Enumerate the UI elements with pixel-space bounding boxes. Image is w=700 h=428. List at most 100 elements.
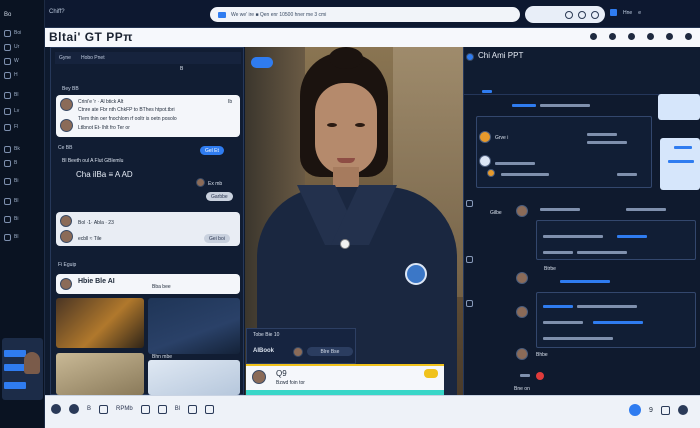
avatar[interactable] <box>677 405 688 415</box>
avatar <box>516 205 528 217</box>
video-bar <box>4 350 26 357</box>
rail-item[interactable]: B <box>4 158 38 168</box>
more-icon[interactable] <box>685 33 692 40</box>
rail-item[interactable]: W <box>4 56 38 66</box>
profile-icon[interactable] <box>69 404 79 414</box>
mouth <box>337 158 355 163</box>
rail-item[interactable]: H <box>4 70 38 80</box>
card-line: ecbll ≈ Tile <box>78 236 102 242</box>
image-thumbnail[interactable] <box>148 298 240 354</box>
header-right: B <box>180 66 184 72</box>
card-title: Q9 <box>276 369 287 378</box>
garbage-button[interactable]: Garbbe <box>206 192 233 201</box>
card-action[interactable]: Blre Bse <box>307 347 353 356</box>
notification-card[interactable] <box>660 138 700 190</box>
tab-hobo[interactable]: Hobo Pnet <box>81 55 105 61</box>
chat-card[interactable]: Crini'e 'r · Al btick Alt Ctnre ate Fbr … <box>56 95 240 137</box>
notification-badge[interactable] <box>610 9 617 16</box>
image-thumbnail[interactable] <box>56 353 144 395</box>
url-text: We we' ire ■ Qen enr 10500 hner me 3 cmi <box>231 11 327 18</box>
ai-book-card[interactable]: Tobe Bie 10 AIBook Blre Bse <box>246 328 356 364</box>
record-icon[interactable] <box>578 10 586 19</box>
search-icon[interactable] <box>565 10 573 19</box>
profile-icon[interactable] <box>647 33 654 40</box>
name-badge <box>405 263 427 285</box>
row-label: Btrbe <box>544 266 556 272</box>
help-icon <box>4 233 11 241</box>
new-chat-button[interactable]: Gel Et <box>200 146 224 155</box>
folder-icon <box>4 123 11 131</box>
ai-label: Cha ilBa ≡ A AD <box>76 170 133 179</box>
card-title: AIBook <box>253 348 274 354</box>
tag-icon <box>424 369 438 378</box>
settings-icon[interactable] <box>666 33 673 40</box>
settings-icon[interactable] <box>188 404 198 414</box>
video-preview[interactable] <box>2 338 43 400</box>
indicator <box>674 146 692 149</box>
message-box[interactable] <box>536 220 696 260</box>
left-rail: Bo Boi Ur W H Bl Lv Fl Bk B Bi Bl Bi Bl <box>0 0 45 428</box>
card-line: Tobe Bie 10 <box>253 332 280 338</box>
video-bar <box>4 382 26 389</box>
url-bar[interactable]: We we' ire ■ Qen enr 10500 hner me 3 cmi <box>210 7 520 22</box>
row-label: Grve i <box>495 135 509 141</box>
card-action[interactable]: Gei boi <box>204 234 230 243</box>
search-pill[interactable] <box>525 6 605 23</box>
rail-item[interactable]: Bi <box>4 214 38 224</box>
indicator <box>482 90 492 93</box>
image-icon[interactable] <box>140 404 150 414</box>
rail-item[interactable]: Boi <box>4 28 38 38</box>
rail-item[interactable]: Fl <box>4 122 38 132</box>
rail-item[interactable]: Bl <box>4 232 38 242</box>
send-icon[interactable] <box>629 404 641 416</box>
folder-icon[interactable] <box>157 404 167 414</box>
menu-icon[interactable] <box>591 10 599 19</box>
title-bar: Bltai' GT PPπ <box>45 28 700 47</box>
theme-icon[interactable] <box>609 33 616 40</box>
chat-card[interactable]: Hbie Ble AI Bba bee <box>56 274 240 294</box>
indicator <box>617 235 647 238</box>
user-icon <box>4 159 11 167</box>
avatar <box>516 348 528 360</box>
status-line: Bl Beeth oul A Flut GBlemlu <box>62 158 124 164</box>
tab-home[interactable]: Gyne <box>59 55 71 61</box>
card-line: Ltlbnot Et- lhlt fro Ter or <box>78 125 130 131</box>
taskbar-item[interactable]: Bl <box>175 406 180 412</box>
image-thumbnail[interactable] <box>148 360 240 395</box>
rail-item[interactable]: Bl <box>4 90 38 100</box>
notification-card[interactable] <box>658 94 700 120</box>
mic-icon[interactable] <box>99 404 109 414</box>
sync-icon[interactable] <box>628 33 635 40</box>
eye <box>355 123 365 127</box>
app-icon[interactable] <box>51 404 61 414</box>
home-icon[interactable] <box>205 404 215 414</box>
link-icon[interactable] <box>466 256 473 263</box>
app-name: Chiff? <box>49 9 65 15</box>
avatar <box>60 278 72 290</box>
taskbar-item[interactable]: B <box>87 406 91 412</box>
rail-item[interactable]: Bl <box>4 196 38 206</box>
chat-panel-header: Gyne Hobo Pnet <box>55 52 241 64</box>
rail-item[interactable]: Bk <box>4 144 38 154</box>
chat-icon <box>4 57 11 65</box>
rail-item[interactable]: Bi <box>4 176 38 186</box>
message-box[interactable] <box>536 292 696 348</box>
rail-item[interactable]: Lv <box>4 106 38 116</box>
menu-icon[interactable] <box>660 405 670 415</box>
avatar <box>479 155 491 167</box>
alert-icon[interactable] <box>536 372 544 380</box>
indicator <box>543 305 573 308</box>
avatar <box>60 119 73 132</box>
right-panel-title: Chi Ami PPT <box>478 51 524 60</box>
chat-bubble-icon[interactable] <box>251 57 273 68</box>
message-box[interactable]: Grve i <box>476 116 652 188</box>
share-icon[interactable] <box>466 300 473 307</box>
taskbar-item[interactable]: RPMb <box>116 406 133 412</box>
edit-icon[interactable] <box>466 200 473 207</box>
preview-card[interactable]: Q9 Bzwd foin tor <box>246 364 444 396</box>
rail-item[interactable]: Ur <box>4 42 38 52</box>
image-thumbnail[interactable] <box>56 298 144 348</box>
card-right: Bba bee <box>152 284 171 290</box>
minimize-icon[interactable] <box>590 33 597 40</box>
hair-bun <box>329 47 363 69</box>
